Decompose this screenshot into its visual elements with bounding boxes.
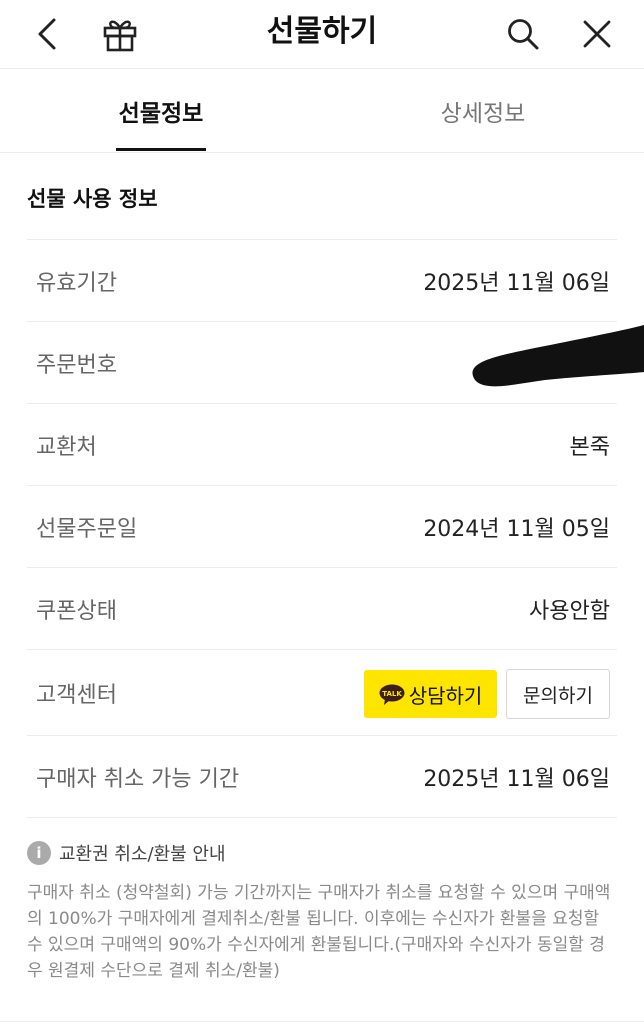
row-value: 2025년 11월 06일: [423, 270, 610, 296]
row-order-date: 선물주문일 2024년 11월 05일: [27, 485, 617, 567]
active-tab-indicator: [116, 148, 206, 151]
row-label: 선물주문일: [36, 516, 138, 542]
top-app-bar: 선물하기: [0, 0, 644, 69]
row-value: 2024년 11월 05일: [423, 516, 610, 542]
inquiry-button[interactable]: 문의하기: [506, 669, 610, 719]
row-exchange-place: 교환처 본죽: [27, 403, 617, 485]
tab-bar: 선물정보 상세정보: [0, 69, 644, 153]
row-value: 2025년 11월 06일: [423, 766, 610, 792]
close-button[interactable]: [575, 12, 619, 56]
notice-body: 구매자 취소 (청약철회) 가능 기간까지는 구매자가 취소를 요청할 수 있으…: [27, 883, 611, 981]
tab-gift-info[interactable]: 선물정보: [106, 69, 216, 152]
row-cancel-period: 구매자 취소 가능 기간 2025년 11월 06일: [27, 735, 617, 818]
search-icon: [508, 19, 539, 50]
notice-title: 교환권 취소/환불 안내: [59, 844, 226, 865]
gift-button[interactable]: [98, 12, 142, 56]
row-value: 본죽: [569, 434, 610, 460]
close-icon: [583, 20, 611, 48]
refund-notice: i 교환권 취소/환불 안내 구매자 취소 (청약철회) 가능 기간까지는 구매…: [27, 840, 617, 984]
kakao-chat-button[interactable]: TALK 상담하기: [364, 670, 497, 718]
search-button[interactable]: [501, 12, 545, 56]
kakao-chat-label: 상담하기: [408, 683, 483, 708]
chevron-left-icon: [38, 18, 56, 50]
row-coupon-status: 쿠폰상태 사용안함: [27, 567, 617, 649]
tab-detail-info[interactable]: 상세정보: [428, 69, 538, 152]
page-title: 선물하기: [266, 14, 378, 49]
back-button[interactable]: [25, 12, 69, 56]
divider: [0, 1021, 644, 1022]
row-label: 고객센터: [36, 682, 117, 708]
kakao-talk-icon: TALK: [379, 684, 405, 705]
row-value: 사용안함: [529, 598, 610, 624]
row-label: 구매자 취소 가능 기간: [36, 766, 240, 792]
section-title: 선물 사용 정보: [27, 187, 158, 211]
row-expiry: 유효기간 2025년 11월 06일: [27, 239, 617, 321]
row-label: 쿠폰상태: [36, 598, 117, 624]
row-customer-center: 고객센터 TALK 상담하기 문의하기: [27, 649, 617, 735]
row-label: 주문번호: [36, 352, 117, 378]
redaction-scribble: [472, 325, 644, 387]
info-icon: i: [27, 841, 51, 865]
row-label: 교환처: [36, 434, 97, 460]
row-label: 유효기간: [36, 270, 117, 296]
gift-icon: [103, 20, 137, 52]
talk-badge-text: TALK: [382, 690, 402, 698]
